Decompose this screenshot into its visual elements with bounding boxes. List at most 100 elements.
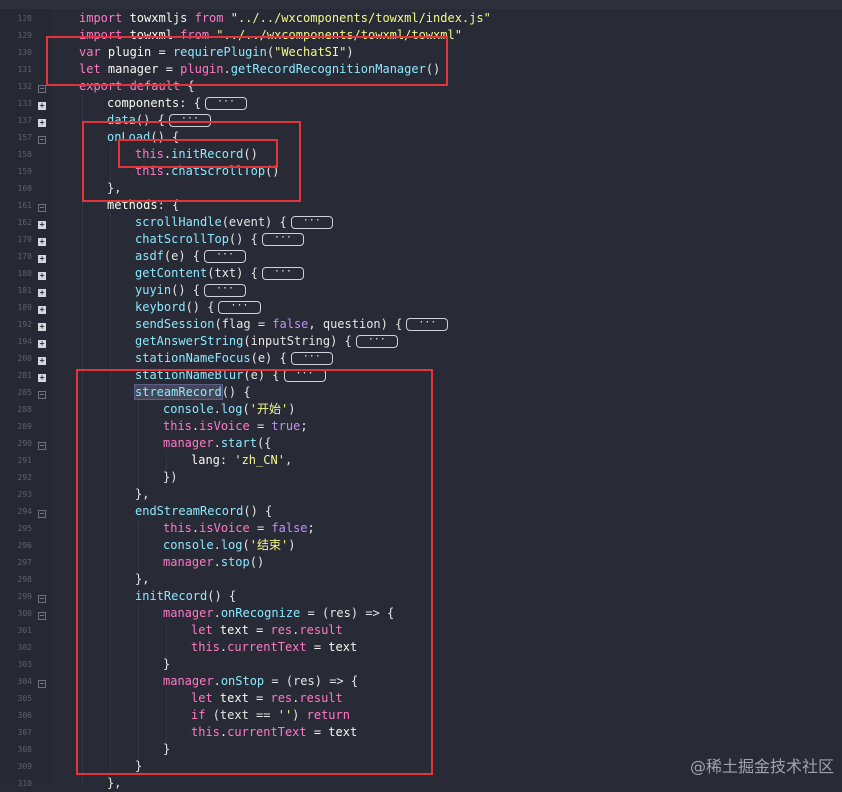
line-number: 192 (17, 320, 32, 329)
code-line-189[interactable]: keybord() {··· (135, 299, 261, 316)
annotation-box-init-record-call (118, 139, 278, 168)
token: () { (228, 232, 258, 246)
line-number: 302 (17, 643, 32, 652)
line-number: 178 (17, 252, 32, 261)
token: (event) { (221, 215, 287, 229)
line-number: 305 (17, 694, 32, 703)
line-number: 310 (17, 779, 32, 788)
token: (txt) { (207, 266, 258, 280)
fold-expand-icon[interactable]: + (38, 357, 46, 365)
line-number: 160 (17, 184, 32, 193)
line-number: 299 (17, 592, 32, 601)
code-line-162[interactable]: scrollHandle(event) {··· (135, 214, 333, 231)
fold-collapse-icon[interactable]: − (38, 391, 46, 399)
fold-collapse-icon[interactable]: − (38, 442, 46, 450)
code-line-181[interactable]: yuyin() {··· (135, 282, 247, 299)
line-number: 308 (17, 745, 32, 754)
fold-expand-icon[interactable]: + (38, 238, 46, 246)
token: (flag = (214, 317, 273, 331)
line-number: 301 (17, 626, 32, 635)
token: : { (179, 96, 201, 110)
token: asdf (135, 249, 164, 263)
line-number: 291 (17, 456, 32, 465)
fold-collapse-icon[interactable]: − (38, 510, 46, 518)
token: scrollHandle (135, 215, 222, 229)
fold-expand-icon[interactable]: + (38, 374, 46, 382)
line-number: 129 (17, 31, 32, 40)
line-number: 137 (17, 116, 32, 125)
fold-collapse-icon[interactable]: − (38, 204, 46, 212)
line-number: 200 (17, 354, 32, 363)
fold-collapse-icon[interactable]: − (38, 595, 46, 603)
collapsed-block-button[interactable]: ··· (290, 216, 333, 229)
code-line-133[interactable]: components: {··· (107, 95, 247, 112)
line-number: 289 (17, 422, 32, 431)
collapsed-block-button[interactable]: ··· (261, 233, 304, 246)
code-line-170[interactable]: chatScrollTop() {··· (135, 231, 304, 248)
code-line-178[interactable]: asdf(e) {··· (135, 248, 247, 265)
line-number: 288 (17, 405, 32, 414)
fold-expand-icon[interactable]: + (38, 340, 46, 348)
code-line-192[interactable]: sendSession(flag = false, question) {··· (135, 316, 449, 333)
code-line-128[interactable]: import towxmljs from "../../wxcomponents… (79, 10, 491, 27)
collapsed-block-button[interactable]: ··· (261, 267, 304, 280)
line-number: 295 (17, 524, 32, 533)
fold-expand-icon[interactable]: + (38, 289, 46, 297)
token: from (194, 11, 231, 25)
token: , question) { (308, 317, 403, 331)
code-line-194[interactable]: getAnswerString(inputString) {··· (135, 333, 398, 350)
line-number: 296 (17, 541, 32, 550)
collapsed-block-button[interactable]: ··· (204, 284, 247, 297)
fold-expand-icon[interactable]: + (38, 272, 46, 280)
code-line-200[interactable]: stationNameFocus(e) {··· (135, 350, 333, 367)
token: getContent (135, 266, 208, 280)
line-number: 181 (17, 286, 32, 295)
line-number: 300 (17, 609, 32, 618)
token: getAnswerString (135, 334, 244, 348)
collapsed-block-button[interactable]: ··· (218, 301, 261, 314)
token: import (79, 11, 130, 25)
collapsed-block-button[interactable]: ··· (355, 335, 398, 348)
fold-expand-icon[interactable]: + (38, 323, 46, 331)
fold-collapse-icon[interactable]: − (38, 136, 46, 144)
line-number: 132 (17, 82, 32, 91)
collapsed-block-button[interactable]: ··· (406, 318, 449, 331)
line-number: 297 (17, 558, 32, 567)
token: chatScrollTop (135, 232, 229, 246)
line-number: 180 (17, 269, 32, 278)
token: keybord (135, 300, 186, 314)
token: towxmljs (129, 11, 195, 25)
token: stationNameFocus (135, 351, 251, 365)
annotation-box-plugin-setup (46, 36, 448, 86)
token: (inputString) { (243, 334, 352, 348)
annotation-box-record-methods (76, 369, 433, 775)
editor-top-bar (0, 0, 842, 9)
code-line-180[interactable]: getContent(txt) {··· (135, 265, 304, 282)
token: sendSession (135, 317, 215, 331)
fold-expand-icon[interactable]: + (38, 255, 46, 263)
fold-expand-icon[interactable]: + (38, 306, 46, 314)
collapsed-block-button[interactable]: ··· (204, 250, 247, 263)
line-number: 304 (17, 677, 32, 686)
line-number: 293 (17, 490, 32, 499)
line-number: 130 (17, 48, 32, 57)
line-number: 298 (17, 575, 32, 584)
line-number: 285 (17, 388, 32, 397)
line-number: 128 (17, 14, 32, 23)
line-number: 281 (17, 371, 32, 380)
token: () { (171, 283, 201, 297)
token: () { (185, 300, 215, 314)
line-number: 292 (17, 473, 32, 482)
collapsed-block-button[interactable]: ··· (290, 352, 333, 365)
collapsed-block-button[interactable]: ··· (204, 97, 247, 110)
fold-collapse-icon[interactable]: − (38, 680, 46, 688)
token: }, (107, 776, 122, 790)
fold-collapse-icon[interactable]: − (38, 85, 46, 93)
fold-expand-icon[interactable]: + (38, 119, 46, 127)
line-number: 189 (17, 303, 32, 312)
code-line-310[interactable]: }, (107, 775, 121, 792)
token: (e) { (250, 351, 287, 365)
fold-collapse-icon[interactable]: − (38, 612, 46, 620)
fold-expand-icon[interactable]: + (38, 102, 46, 110)
fold-expand-icon[interactable]: + (38, 221, 46, 229)
